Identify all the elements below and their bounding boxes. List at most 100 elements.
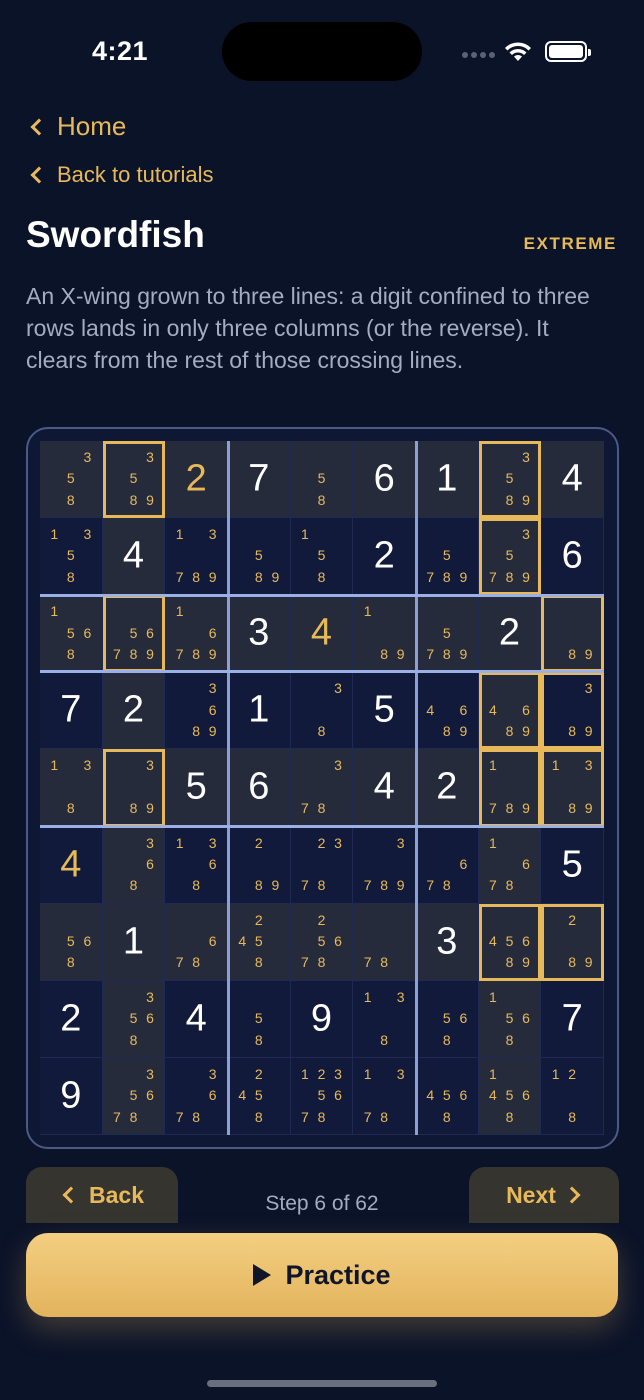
- sudoku-cell[interactable]: 35 89: [102, 441, 166, 519]
- candidate-digit: [392, 1107, 409, 1128]
- sudoku-cell[interactable]: 4: [165, 980, 228, 1058]
- sudoku-cell[interactable]: 5: [165, 749, 228, 827]
- sudoku-cell[interactable]: 45689: [478, 903, 542, 981]
- sudoku-cell[interactable]: 35 89: [478, 441, 542, 519]
- home-link[interactable]: Home: [28, 111, 126, 142]
- sudoku-cell[interactable]: 3 789: [353, 826, 416, 904]
- sudoku-cell[interactable]: 12356 78: [290, 1057, 354, 1135]
- sudoku-cell[interactable]: 56 789: [102, 595, 166, 673]
- sudoku-cell[interactable]: 2: [165, 441, 228, 519]
- sudoku-cell[interactable]: 1: [102, 903, 166, 981]
- sudoku-cell[interactable]: 3: [416, 903, 479, 981]
- sudoku-cell[interactable]: 1568: [478, 980, 542, 1058]
- sudoku-cell[interactable]: 245 8: [228, 1057, 291, 1135]
- sudoku-cell[interactable]: 7: [228, 441, 291, 519]
- sudoku-cell[interactable]: 1 3 89: [541, 749, 604, 827]
- sudoku-cell[interactable]: 4: [40, 826, 103, 904]
- sudoku-cell[interactable]: 7: [40, 672, 103, 750]
- sudoku-cell[interactable]: 1789: [478, 749, 542, 827]
- sudoku-cell[interactable]: 5 89: [228, 518, 291, 596]
- sudoku-cell[interactable]: 78: [353, 903, 416, 981]
- sudoku-cell[interactable]: 9: [290, 980, 354, 1058]
- sudoku-cell[interactable]: 2 89: [228, 826, 291, 904]
- sudoku-cell[interactable]: 4 689: [416, 672, 479, 750]
- sudoku-cell[interactable]: 3: [228, 595, 291, 673]
- sudoku-cell[interactable]: 58: [228, 980, 291, 1058]
- sudoku-cell[interactable]: 6: [228, 749, 291, 827]
- sudoku-cell[interactable]: 1 4568: [478, 1057, 542, 1135]
- sudoku-cell[interactable]: 6: [353, 441, 416, 519]
- sudoku-cell[interactable]: 2: [102, 672, 166, 750]
- sudoku-cell[interactable]: 3 689: [165, 672, 228, 750]
- sudoku-cell[interactable]: 1 3 78: [353, 1057, 416, 1135]
- sudoku-cell[interactable]: 23 78: [290, 826, 354, 904]
- sudoku-cell[interactable]: 58: [290, 441, 354, 519]
- sudoku-cell[interactable]: 1 89: [353, 595, 416, 673]
- next-button[interactable]: Next: [469, 1167, 619, 1223]
- sudoku-cell[interactable]: 3 89: [541, 672, 604, 750]
- sudoku-cell[interactable]: 15 8: [290, 518, 354, 596]
- candidate-grid: 35 8: [46, 447, 96, 511]
- sudoku-cell[interactable]: 1568: [40, 595, 103, 673]
- sudoku-cell[interactable]: 568: [416, 980, 479, 1058]
- sudoku-cell[interactable]: 1 3 8: [353, 980, 416, 1058]
- sudoku-cell[interactable]: 3 89: [102, 749, 166, 827]
- sudoku-cell[interactable]: 6 78: [165, 903, 228, 981]
- sudoku-cell[interactable]: 1 3 789: [165, 518, 228, 596]
- sudoku-cell[interactable]: 1: [416, 441, 479, 519]
- sudoku-cell[interactable]: 5789: [416, 518, 479, 596]
- sudoku-cell[interactable]: 2: [353, 518, 416, 596]
- sudoku-cell[interactable]: 4 689: [478, 672, 542, 750]
- sudoku-grid[interactable]: 3583589275861358941358413789589158257893…: [40, 441, 604, 1135]
- sudoku-cell[interactable]: 2 89: [541, 903, 604, 981]
- sudoku-cell[interactable]: 4: [541, 441, 604, 519]
- status-time: 4:21: [92, 36, 149, 66]
- sudoku-cell[interactable]: 5: [541, 826, 604, 904]
- candidate-digit: [171, 721, 188, 742]
- candidate-digit: [109, 1030, 126, 1051]
- candidate-digit: [109, 1008, 126, 1029]
- sudoku-cell[interactable]: 3 68: [102, 826, 166, 904]
- sudoku-cell[interactable]: 2: [40, 980, 103, 1058]
- sudoku-cell[interactable]: 3 6 78: [165, 1057, 228, 1135]
- candidate-digit: [297, 931, 314, 952]
- sudoku-cell[interactable]: 4: [290, 595, 354, 673]
- sudoku-cell[interactable]: 6 78: [416, 826, 479, 904]
- sudoku-cell[interactable]: 5789: [416, 595, 479, 673]
- sudoku-cell[interactable]: 4568: [416, 1057, 479, 1135]
- sudoku-cell[interactable]: 1 3 8: [40, 749, 103, 827]
- sudoku-cell[interactable]: 6: [541, 518, 604, 596]
- sudoku-cell[interactable]: 35789: [478, 518, 542, 596]
- cell-value: 9: [60, 1074, 82, 1117]
- sudoku-cell[interactable]: 4: [102, 518, 166, 596]
- sudoku-cell[interactable]: 568: [40, 903, 103, 981]
- candidate-digit: [125, 777, 142, 798]
- row-highlight-line: [40, 670, 604, 674]
- sudoku-cell[interactable]: 2 56 78: [290, 903, 354, 981]
- candidate-digit: [46, 447, 63, 468]
- sudoku-cell[interactable]: 1 6 789: [165, 595, 228, 673]
- sudoku-cell[interactable]: 1 3 68: [165, 826, 228, 904]
- candidate-digit: [422, 524, 439, 545]
- back-to-tutorials-link[interactable]: Back to tutorials: [28, 162, 214, 188]
- sudoku-cell[interactable]: 2: [416, 749, 479, 827]
- sudoku-cell[interactable]: 4: [353, 749, 416, 827]
- sudoku-cell[interactable]: 1678: [478, 826, 542, 904]
- sudoku-cell[interactable]: 1: [228, 672, 291, 750]
- sudoku-cell[interactable]: 9: [40, 1057, 103, 1135]
- sudoku-cell[interactable]: 7: [541, 980, 604, 1058]
- sudoku-cell[interactable]: 3 78: [290, 749, 354, 827]
- candidate-digit: [171, 875, 188, 896]
- sudoku-cell[interactable]: 3568: [102, 980, 166, 1058]
- sudoku-cell[interactable]: 38: [290, 672, 354, 750]
- sudoku-cell[interactable]: 5: [353, 672, 416, 750]
- sudoku-cell[interactable]: 12 8: [541, 1057, 604, 1135]
- practice-button[interactable]: Practice: [26, 1233, 618, 1317]
- sudoku-cell[interactable]: 2: [478, 595, 542, 673]
- back-button[interactable]: Back: [26, 1167, 178, 1223]
- sudoku-cell[interactable]: 245 8: [228, 903, 291, 981]
- sudoku-cell[interactable]: 35 8: [40, 441, 103, 519]
- sudoku-cell[interactable]: 89: [541, 595, 604, 673]
- sudoku-cell[interactable]: 1 35 8: [40, 518, 103, 596]
- sudoku-cell[interactable]: 356 78: [102, 1057, 166, 1135]
